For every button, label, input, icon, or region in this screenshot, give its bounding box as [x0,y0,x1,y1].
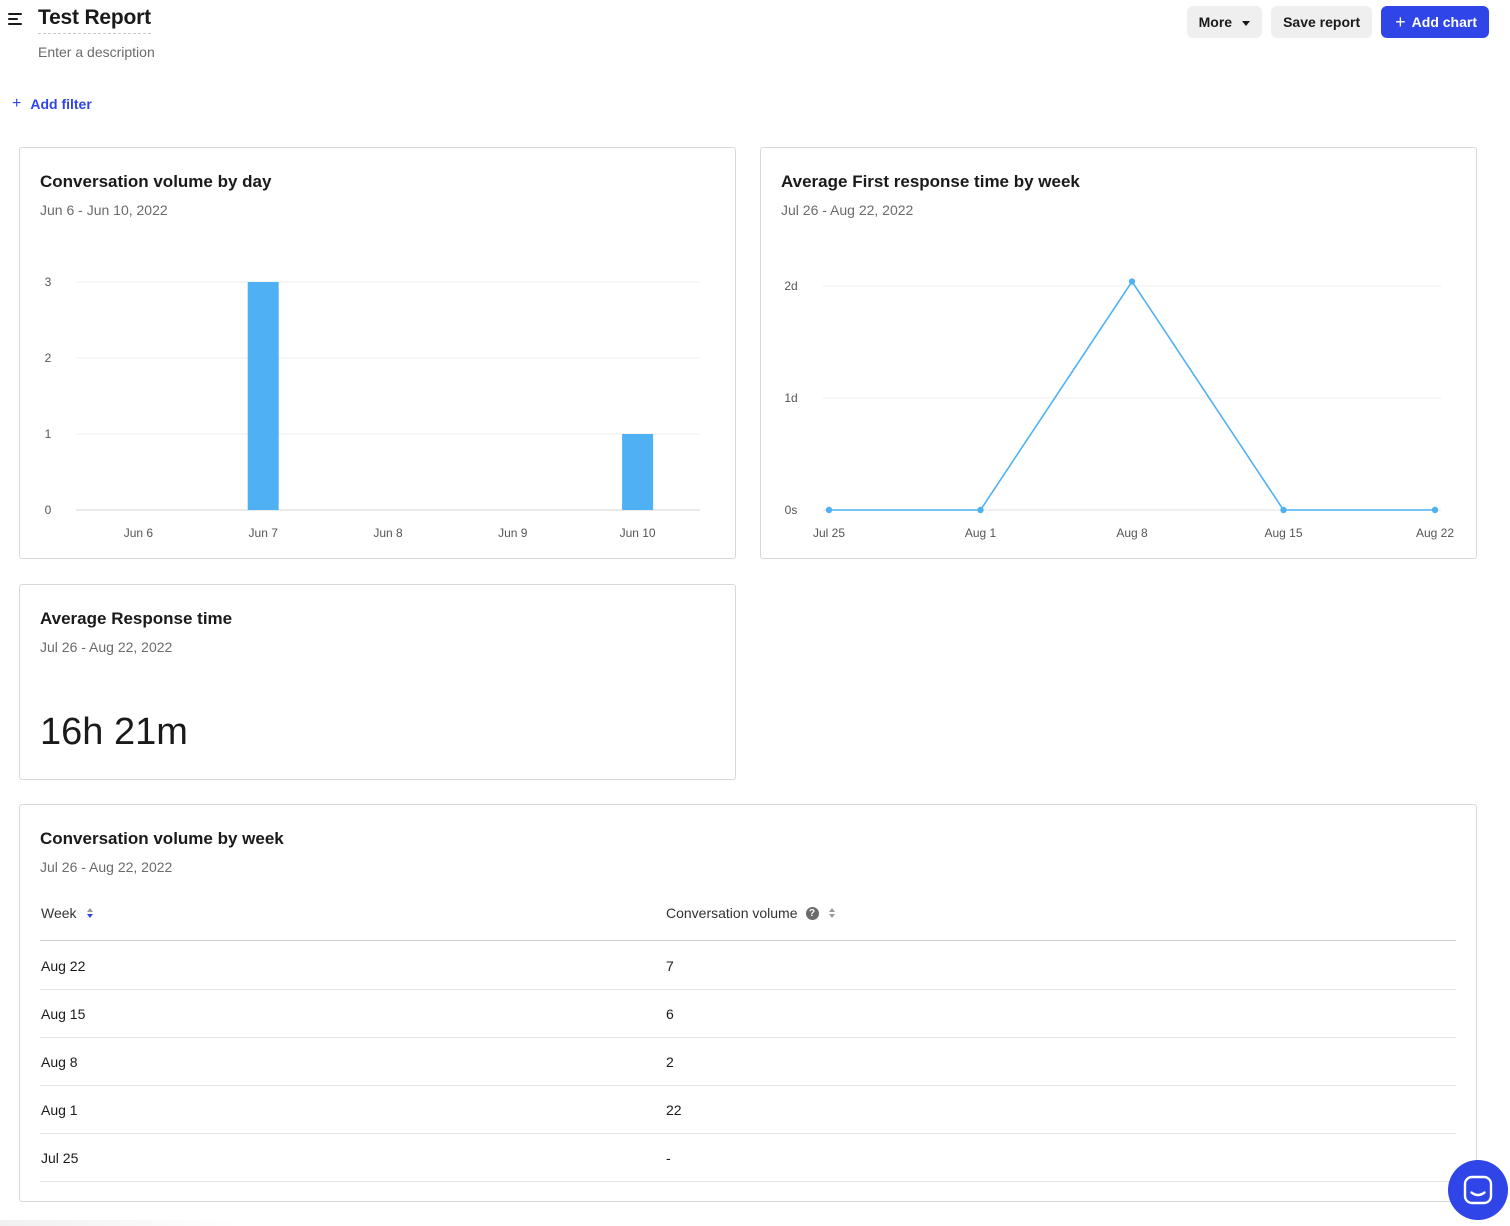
card-volume-by-day[interactable]: Conversation volume by day Jun 6 - Jun 1… [19,147,736,559]
card-first-response-time[interactable]: Average First response time by week Jul … [760,147,1477,559]
table-row: Aug 8 2 [40,1038,1456,1086]
bottom-shadow [0,1220,240,1226]
table-header: Week Conversation volume ? [40,893,1456,941]
cell-week: Aug 22 [41,958,86,974]
cell-week: Aug 15 [41,1006,86,1022]
caret-down-icon [1242,20,1251,26]
card-title: Average Response time [40,609,233,628]
data-point [1128,278,1136,285]
series-line [829,280,1435,511]
x-tick-label: Aug 22 [1416,526,1454,540]
column-header-label: Conversation volume [666,905,798,921]
add-chart-label: Add chart [1411,14,1477,30]
add-chart-button[interactable]: + Add chart [1381,6,1489,38]
sort-icon[interactable] [86,908,93,918]
column-header-conversation-volume[interactable]: Conversation volume ? [666,905,835,921]
x-tick-label: Jun 10 [620,526,656,540]
card-avg-response-time[interactable]: Average Response time Jul 26 - Aug 22, 2… [19,584,736,780]
y-tick-label: 1 [45,427,52,441]
line-chart: 0s 1d 2d Jul 25 Aug 1 Aug 8 Aug 15 Aug 22 [784,278,1454,540]
x-tick-label: Jun 9 [498,526,528,540]
more-button[interactable]: More [1186,6,1263,38]
card-volume-by-week[interactable]: Conversation volume by week Jul 26 - Aug… [19,804,1477,1202]
add-filter-label: Add filter [30,96,92,112]
card-title: Conversation volume by week [40,829,284,848]
plus-icon: + [12,94,22,112]
data-point [825,506,833,514]
add-filter-button[interactable]: + Add filter [12,94,92,112]
sort-icon[interactable] [828,908,835,918]
table-row: Aug 22 7 [40,942,1456,990]
x-tick-label: Jun 8 [373,526,403,540]
cell-volume: 2 [666,1054,674,1070]
x-tick-label: Aug 8 [1116,526,1148,540]
x-tick-label: Aug 15 [1264,526,1302,540]
save-report-button[interactable]: Save report [1271,6,1373,38]
column-header-week[interactable]: Week [41,905,93,921]
metric-value: 16h 21m [40,711,188,753]
report-description-field[interactable]: Enter a description [38,44,155,60]
help-icon[interactable]: ? [805,906,819,920]
y-tick-label: 0s [785,503,798,517]
more-button-label: More [1198,14,1233,30]
cell-week: Aug 8 [41,1054,78,1070]
card-date-range: Jul 26 - Aug 22, 2022 [40,639,173,655]
table-row: Aug 15 6 [40,990,1456,1038]
column-header-label: Week [41,905,77,921]
bar [622,434,654,510]
data-point [1431,506,1439,514]
x-tick-label: Aug 1 [965,526,997,540]
y-tick-label: 2d [784,279,797,293]
cell-volume: 22 [666,1102,682,1118]
y-tick-label: 0 [45,503,52,517]
header-actions: More Save report + Add chart [1186,6,1489,38]
cell-volume: 7 [666,958,674,974]
bar-chart: 0 1 2 3 Jun 6 Jun 7 Jun 8 Jun 9 Jun 10 [45,275,700,540]
messenger-launcher-button[interactable] [1448,1160,1508,1220]
x-tick-label: Jul 25 [813,526,845,540]
cell-volume: 6 [666,1006,674,1022]
cell-volume: - [666,1150,671,1166]
x-tick-label: Jun 6 [124,526,154,540]
plus-icon: + [1395,11,1406,32]
data-point [1280,506,1287,514]
table-row: Aug 1 22 [40,1086,1456,1134]
chat-icon [1463,1175,1493,1205]
cell-week: Aug 1 [41,1102,78,1118]
cell-week: Jul 25 [41,1150,79,1166]
menu-icon[interactable] [8,12,22,26]
card-date-range: Jul 26 - Aug 22, 2022 [40,859,173,875]
report-title[interactable]: Test Report [38,6,151,34]
x-tick-label: Jun 7 [249,526,279,540]
y-tick-label: 1d [784,391,797,405]
y-tick-label: 2 [45,351,52,365]
y-tick-label: 3 [45,275,52,289]
table-row: Jul 25 - [40,1134,1456,1182]
data-point [977,506,984,514]
bar [247,282,279,510]
